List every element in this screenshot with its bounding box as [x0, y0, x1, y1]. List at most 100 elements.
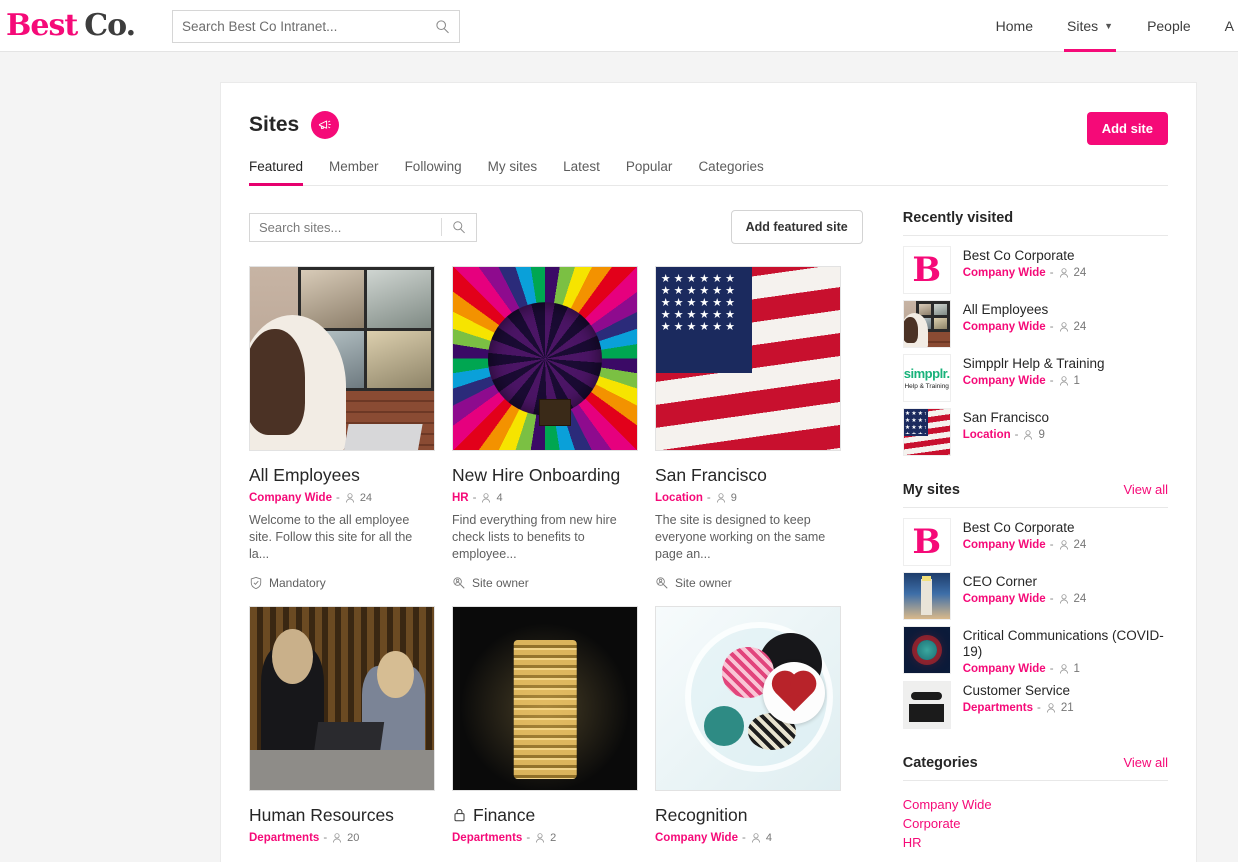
- site-thumbnail[interactable]: [655, 606, 841, 791]
- categories-title: Categories: [903, 755, 978, 771]
- person-icon: [1058, 267, 1070, 279]
- site-card-meta: Departments - 20: [249, 832, 435, 844]
- site-category[interactable]: Company Wide: [963, 375, 1046, 387]
- category-link-company-wide[interactable]: Company Wide: [903, 795, 1168, 814]
- hot-air-balloon-image: [453, 267, 637, 450]
- site-card[interactable]: Recognition Company Wide - 4: [655, 606, 841, 844]
- member-count: 1: [1074, 375, 1080, 387]
- sites-tabs: Featured Member Following My sites Lates…: [249, 153, 1168, 186]
- nav-item-people[interactable]: People: [1130, 0, 1208, 52]
- list-item-meta: Company Wide - 24: [963, 539, 1087, 551]
- site-category[interactable]: Company Wide: [963, 539, 1046, 551]
- site-card-title[interactable]: All Employees: [249, 465, 435, 485]
- site-category[interactable]: Company Wide: [963, 593, 1046, 605]
- list-item[interactable]: B Best Co Corporate Company Wide - 24: [903, 518, 1168, 566]
- tab-categories[interactable]: Categories: [698, 153, 763, 185]
- site-card-grid: All Employees Company Wide - 24 Welcome …: [249, 266, 863, 860]
- nav-item-sites[interactable]: Sites ▼: [1050, 0, 1130, 52]
- search-icon[interactable]: [435, 19, 450, 34]
- site-card-footer: Site owner: [655, 576, 841, 590]
- list-item[interactable]: All Employees Company Wide - 24: [903, 300, 1168, 348]
- site-card-title-text: San Francisco: [655, 465, 767, 485]
- nav-item-sites-label: Sites: [1067, 18, 1098, 34]
- site-description: Welcome to the all employee site. Follow…: [249, 512, 435, 563]
- list-item[interactable]: Critical Communications (COVID-19) Compa…: [903, 626, 1168, 675]
- category-link-corporate[interactable]: Corporate: [903, 814, 1168, 833]
- shield-check-icon: [249, 576, 263, 590]
- site-card-title[interactable]: San Francisco: [655, 465, 841, 485]
- site-category[interactable]: Company Wide: [249, 492, 332, 504]
- tab-featured[interactable]: Featured: [249, 153, 303, 185]
- tab-following-label: Following: [405, 159, 462, 174]
- list-item-title: All Employees: [963, 302, 1087, 318]
- site-thumbnail[interactable]: [249, 606, 435, 791]
- site-thumbnail[interactable]: [249, 266, 435, 451]
- tab-my-sites[interactable]: My sites: [488, 153, 538, 185]
- site-category[interactable]: Company Wide: [655, 832, 738, 844]
- search-icon[interactable]: [442, 220, 476, 234]
- site-card[interactable]: New Hire Onboarding HR - 4 Find everythi…: [452, 266, 638, 590]
- tab-latest[interactable]: Latest: [563, 153, 600, 185]
- global-search-input[interactable]: Search Best Co Intranet...: [182, 19, 435, 34]
- list-item-title: Best Co Corporate: [963, 248, 1087, 264]
- site-category[interactable]: HR: [452, 492, 469, 504]
- site-card-title[interactable]: Human Resources: [249, 805, 435, 825]
- nav-item-apps-label: A: [1225, 18, 1234, 34]
- site-category[interactable]: Company Wide: [963, 663, 1046, 675]
- megaphone-icon: [311, 111, 339, 139]
- site-category[interactable]: Departments: [963, 702, 1033, 714]
- nav-item-apps[interactable]: A: [1208, 0, 1238, 52]
- list-item-meta: Company Wide - 1: [963, 663, 1168, 675]
- site-thumbnail[interactable]: [452, 266, 638, 451]
- vintage-telephone-image: [904, 682, 950, 728]
- recently-visited-title: Recently visited: [903, 210, 1013, 226]
- meta-dash: -: [1050, 321, 1054, 333]
- site-category[interactable]: Location: [963, 429, 1011, 441]
- list-item[interactable]: ★★★★★★★★★★★★★★★★★★★★ San Francisco Locat…: [903, 408, 1168, 456]
- site-category[interactable]: Company Wide: [963, 321, 1046, 333]
- site-category[interactable]: Location: [655, 492, 703, 504]
- categories-view-all-link[interactable]: View all: [1123, 755, 1168, 770]
- site-card-footer-label: Site owner: [675, 576, 732, 590]
- list-item-title: San Francisco: [963, 410, 1049, 426]
- video-meeting-image: [904, 301, 950, 347]
- category-link-hr[interactable]: HR: [903, 833, 1168, 852]
- site-thumbnail: [903, 626, 951, 674]
- site-category[interactable]: Company Wide: [963, 267, 1046, 279]
- my-sites-view-all-link[interactable]: View all: [1123, 482, 1168, 497]
- site-card-meta: Location - 9: [655, 492, 841, 504]
- site-search-input[interactable]: Search sites...: [250, 220, 441, 235]
- site-card-meta: Departments - 2: [452, 832, 638, 844]
- add-featured-site-button[interactable]: Add featured site: [731, 210, 863, 244]
- nav-item-home[interactable]: Home: [979, 0, 1050, 52]
- list-item[interactable]: B Best Co Corporate Company Wide - 24: [903, 246, 1168, 294]
- site-thumbnail[interactable]: [452, 606, 638, 791]
- site-card[interactable]: Finance Departments - 2: [452, 606, 638, 844]
- tab-following[interactable]: Following: [405, 153, 462, 185]
- list-item-meta: Company Wide - 24: [963, 321, 1087, 333]
- site-category[interactable]: Departments: [249, 832, 319, 844]
- site-card-title[interactable]: New Hire Onboarding: [452, 465, 638, 485]
- sites-panel: Sites Add site Featured Member Following…: [220, 82, 1197, 862]
- list-item[interactable]: simpplr.Help & Training Simpplr Help & T…: [903, 354, 1168, 402]
- video-meeting-image: [250, 267, 434, 450]
- tab-popular[interactable]: Popular: [626, 153, 673, 185]
- global-search[interactable]: Search Best Co Intranet...: [172, 10, 460, 43]
- site-category[interactable]: Departments: [452, 832, 522, 844]
- site-card-title[interactable]: Recognition: [655, 805, 841, 825]
- list-item[interactable]: CEO Corner Company Wide - 24: [903, 572, 1168, 620]
- site-search[interactable]: Search sites...: [249, 213, 477, 242]
- add-site-button[interactable]: Add site: [1087, 112, 1168, 145]
- tab-member[interactable]: Member: [329, 153, 379, 185]
- featured-sites-column: Search sites... Add featured site: [249, 186, 863, 860]
- site-card[interactable]: All Employees Company Wide - 24 Welcome …: [249, 266, 435, 590]
- brand-logo[interactable]: Best Co.: [6, 8, 135, 43]
- site-card-title[interactable]: Finance: [452, 805, 638, 825]
- site-card[interactable]: Human Resources Departments - 20: [249, 606, 435, 844]
- site-card-title-text: New Hire Onboarding: [452, 465, 620, 485]
- site-card[interactable]: ★★★★★★★★★★★★★★★★★★★★★★★★★★★★★★ San Franc…: [655, 266, 841, 590]
- site-card-meta: HR - 4: [452, 492, 638, 504]
- list-item-title: Simpplr Help & Training: [963, 356, 1105, 372]
- site-thumbnail[interactable]: ★★★★★★★★★★★★★★★★★★★★★★★★★★★★★★: [655, 266, 841, 451]
- list-item[interactable]: Customer Service Departments - 21: [903, 681, 1168, 729]
